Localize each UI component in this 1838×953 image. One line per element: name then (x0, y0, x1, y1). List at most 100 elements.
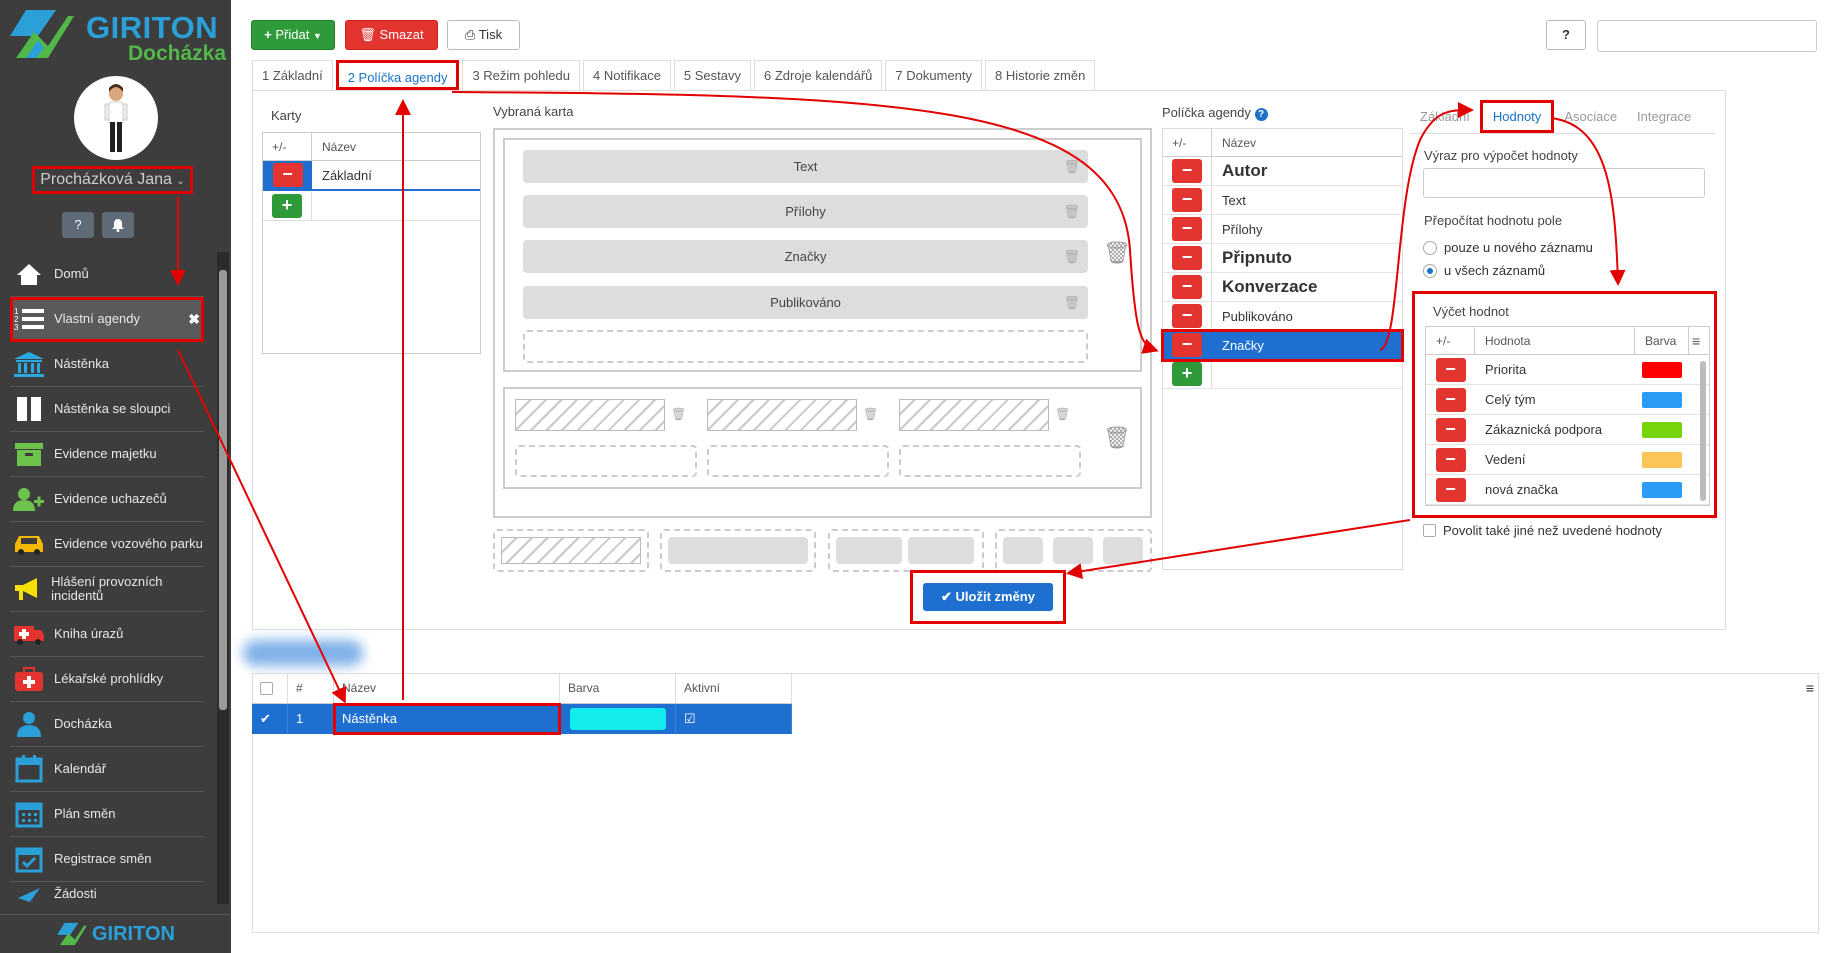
layout-template-1[interactable] (493, 529, 649, 572)
sidebar-item-domu[interactable]: Domů (10, 252, 204, 297)
remove-value-button[interactable]: − (1435, 477, 1466, 502)
help-button-top[interactable]: ? (1546, 20, 1586, 50)
remove-value-button[interactable]: − (1435, 447, 1466, 472)
save-button[interactable]: ✔ Uložit změny (923, 583, 1053, 611)
list-item[interactable]: − Připnuto (1163, 244, 1402, 273)
subtab-hodnoty[interactable]: Hodnoty (1479, 100, 1555, 133)
sidebar-item-nastenka-se-sloupci[interactable]: Nástěnka se sloupci (10, 387, 204, 432)
remove-field-button[interactable]: − (1172, 159, 1202, 183)
delete-button[interactable]: 🗑 Smazat (345, 20, 438, 50)
color-swatch[interactable] (570, 708, 666, 730)
sidebar-item-zadosti[interactable]: Žádosti (10, 882, 204, 906)
close-icon[interactable]: ✖ (188, 311, 200, 328)
empty-field-slot[interactable] (707, 399, 857, 431)
remove-field-button[interactable]: − (1172, 333, 1202, 357)
list-item[interactable]: − Text (1163, 186, 1402, 215)
giriton-logo[interactable]: GIRITON Docházka (8, 4, 226, 65)
section-trash-icon[interactable]: 🗑 (1103, 425, 1131, 451)
avatar[interactable] (74, 76, 158, 160)
tab-policka-agendy[interactable]: 2 Políčka agendy (335, 60, 460, 90)
trash-icon[interactable]: 🗑 (1063, 240, 1080, 273)
table-row[interactable]: − Priorita (1426, 355, 1709, 385)
layout-template-3[interactable] (828, 529, 984, 572)
subtab-integrace[interactable]: Integrace (1627, 100, 1701, 133)
help-button[interactable]: ? (62, 212, 94, 238)
trash-icon[interactable]: 🗑 (1055, 407, 1070, 421)
layout-template-2[interactable] (660, 529, 816, 572)
tab-sestavy[interactable]: 5 Sestavy (673, 60, 752, 90)
remove-row-button[interactable]: − (272, 163, 303, 187)
empty-field-slot[interactable] (515, 399, 665, 431)
sidebar-item-dochazka[interactable]: Docházka (10, 702, 204, 747)
column-menu-icon[interactable]: ≡ (1689, 327, 1700, 354)
layout-template-4[interactable] (995, 529, 1152, 572)
remove-field-button[interactable]: − (1172, 304, 1202, 328)
color-swatch[interactable] (1642, 361, 1682, 378)
trash-icon[interactable]: 🗑 (863, 407, 878, 421)
table-row[interactable]: − Základní (263, 161, 480, 191)
color-swatch[interactable] (1642, 481, 1682, 498)
table-row[interactable]: − Celý tým (1426, 385, 1709, 415)
values-scrollbar[interactable] (1700, 361, 1706, 501)
column-menu-icon[interactable]: ≡ (1806, 680, 1814, 696)
drop-zone[interactable] (515, 445, 697, 477)
trash-icon[interactable]: 🗑 (1063, 195, 1080, 228)
sidebar-item-plan-smen[interactable]: Plán směn (10, 792, 204, 837)
drop-zone[interactable] (523, 330, 1088, 363)
user-menu[interactable]: Procházková Jana ⌄ (32, 166, 193, 194)
add-row-button[interactable]: + (272, 193, 302, 218)
sidebar-item-lekarske-prohlidky[interactable]: Lékařské prohlídky (10, 657, 204, 702)
add-field-button[interactable]: + (1172, 362, 1202, 386)
allow-other-values-checkbox[interactable]: Povolit také jiné než uvedené hodnoty (1423, 523, 1662, 538)
remove-field-button[interactable]: − (1172, 246, 1202, 270)
add-button[interactable]: + Přidat ▼ (251, 20, 335, 50)
tab-dokumenty[interactable]: 7 Dokumenty (885, 60, 983, 90)
remove-field-button[interactable]: − (1172, 217, 1202, 241)
sidebar-item-evidence-vozoveho-parku[interactable]: Evidence vozového parku (10, 522, 204, 567)
info-icon[interactable]: ? (1254, 108, 1268, 121)
search-input[interactable] (1597, 20, 1817, 52)
color-swatch[interactable] (1642, 421, 1682, 438)
card-field[interactable]: Publikováno 🗑 (523, 286, 1088, 319)
list-item[interactable]: − Přílohy (1163, 215, 1402, 244)
sidebar-item-vlastni-agendy[interactable]: 123 Vlastní agendy ✖ (10, 297, 204, 342)
sidebar-item-evidence-uchazecu[interactable]: Evidence uchazečů (10, 477, 204, 522)
radio-all-records[interactable]: u všech záznamů (1423, 263, 1545, 278)
remove-field-button[interactable]: − (1172, 275, 1202, 299)
expression-input[interactable] (1423, 168, 1705, 198)
card-field[interactable]: Text 🗑 (523, 150, 1088, 183)
list-item[interactable]: − Publikováno (1163, 302, 1402, 331)
drop-zone[interactable] (899, 445, 1081, 477)
sidebar-item-kalendar[interactable]: Kalendář (10, 747, 204, 792)
list-item[interactable]: − Konverzace (1163, 273, 1402, 302)
sidebar-item-nastenka[interactable]: Nástěnka (10, 342, 204, 387)
sidebar-item-hlaseni-incidentu[interactable]: Hlášení provozních incidentů (10, 567, 204, 612)
table-row[interactable]: − Vedení (1426, 445, 1709, 475)
remove-value-button[interactable]: − (1435, 417, 1466, 442)
table-row[interactable]: − Zákaznická podpora (1426, 415, 1709, 445)
select-all-checkbox[interactable] (260, 682, 273, 695)
trash-icon[interactable]: 🗑 (1063, 150, 1080, 183)
tab-notifikace[interactable]: 4 Notifikace (583, 60, 671, 90)
remove-field-button[interactable]: − (1172, 188, 1202, 212)
tab-historie-zmen[interactable]: 8 Historie změn (985, 60, 1096, 90)
tab-zdroje-kalendaru[interactable]: 6 Zdroje kalendářů (754, 60, 883, 90)
color-swatch[interactable] (1642, 451, 1682, 468)
subtab-asociace[interactable]: Asociace (1554, 100, 1627, 133)
empty-field-slot[interactable] (899, 399, 1049, 431)
print-button[interactable]: ⎙ Tisk (447, 20, 520, 50)
card-field[interactable]: Přílohy 🗑 (523, 195, 1088, 228)
list-item-selected[interactable]: − Značky (1161, 329, 1404, 362)
sidebar-item-evidence-majetku[interactable]: Evidence majetku (10, 432, 204, 477)
trash-icon[interactable]: 🗑 (1063, 286, 1080, 319)
table-row[interactable]: − nová značka (1426, 475, 1709, 505)
card-field[interactable]: Značky 🗑 (523, 240, 1088, 273)
section-trash-icon[interactable]: 🗑 (1103, 240, 1131, 266)
tab-rezim-pohledu[interactable]: 3 Režim pohledu (462, 60, 580, 90)
sidebar-scrollbar[interactable] (217, 252, 229, 904)
radio-new-record[interactable]: pouze u nového záznamu (1423, 240, 1593, 255)
scrollbar-thumb[interactable] (219, 270, 227, 710)
notifications-button[interactable] (102, 212, 134, 238)
remove-value-button[interactable]: − (1435, 357, 1466, 382)
table-row[interactable]: ✔ 1 Nástěnka ☑ (252, 703, 792, 735)
